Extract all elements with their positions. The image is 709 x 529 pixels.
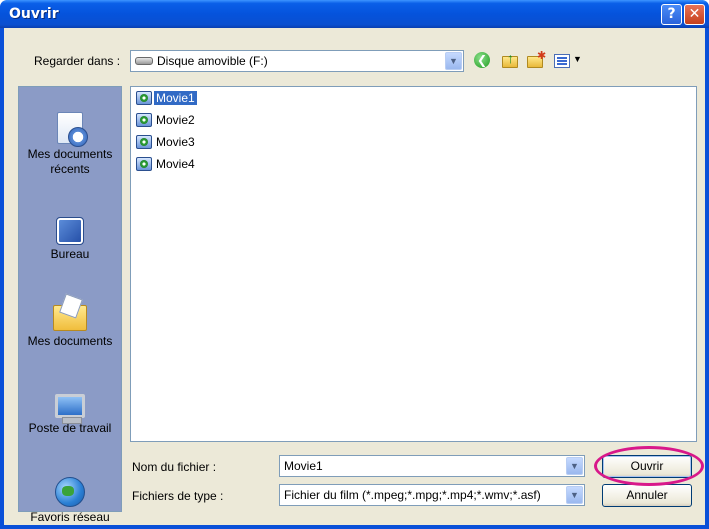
place-network[interactable]: Favoris réseau (19, 477, 121, 525)
list-item[interactable]: Movie1 (136, 90, 197, 106)
file-name-value: Movie1 (284, 459, 323, 473)
file-name: Movie3 (156, 135, 195, 149)
place-desktop[interactable]: Bureau (19, 214, 121, 262)
title-bar[interactable]: Ouvrir ? ✕ (0, 0, 709, 28)
look-in-dropdown[interactable]: Disque amovible (F:) ▼ (130, 50, 464, 72)
file-name: Movie4 (156, 157, 195, 171)
video-file-icon (136, 91, 152, 105)
look-in-label: Regarder dans : (34, 54, 121, 68)
back-icon[interactable]: ❮ (474, 52, 494, 70)
file-type-value: Fichier du film (*.mpeg;*.mpg;*.mp4;*.wm… (284, 488, 541, 502)
look-in-value: Disque amovible (F:) (157, 54, 268, 68)
open-file-dialog: Ouvrir ? ✕ Regarder dans : Disque amovib… (0, 0, 709, 529)
help-button[interactable]: ? (661, 4, 682, 25)
video-file-icon (136, 113, 152, 127)
place-recent-documents[interactable]: Mes documents récents (19, 112, 121, 177)
place-label: Favoris réseau (30, 510, 110, 524)
list-item[interactable]: Movie4 (136, 156, 197, 172)
new-folder-icon[interactable]: ✱ (526, 50, 546, 70)
my-computer-icon (55, 394, 85, 424)
my-documents-icon (53, 305, 87, 331)
list-item[interactable]: Movie3 (136, 134, 197, 150)
place-label: Mes documents (27, 147, 113, 161)
place-my-computer[interactable]: Poste de travail (19, 389, 121, 436)
views-menu-icon[interactable]: ▼ (554, 52, 584, 70)
chevron-down-icon[interactable]: ▼ (445, 52, 462, 70)
drive-icon (135, 56, 153, 65)
close-button[interactable]: ✕ (684, 4, 705, 25)
recent-documents-icon (57, 112, 88, 147)
file-name-field[interactable]: Movie1 ▼ (279, 455, 585, 477)
chevron-down-icon[interactable]: ▼ (566, 486, 583, 504)
place-label: récents (50, 162, 90, 176)
video-file-icon (136, 135, 152, 149)
place-label: Bureau (50, 247, 90, 261)
file-list[interactable]: Movie1 Movie2 Movie3 Movie4 (130, 86, 697, 442)
file-name: Movie2 (156, 113, 195, 127)
network-places-icon (55, 477, 85, 507)
file-name-label: Nom du fichier : (132, 460, 217, 474)
list-item[interactable]: Movie2 (136, 112, 197, 128)
file-type-dropdown[interactable]: Fichier du film (*.mpeg;*.mpg;*.mp4;*.wm… (279, 484, 585, 506)
place-my-documents[interactable]: Mes documents (19, 299, 121, 349)
open-button[interactable]: Ouvrir (602, 455, 692, 478)
window-title: Ouvrir (9, 6, 59, 22)
place-label: Mes documents (27, 334, 113, 348)
desktop-icon (56, 217, 84, 245)
up-folder-icon[interactable]: ↑ (501, 50, 521, 70)
dialog-body: Regarder dans : Disque amovible (F:) ▼ ❮… (4, 28, 705, 525)
places-bar: Mes documents récents Bureau Mes documen… (18, 86, 122, 524)
video-file-icon (136, 157, 152, 171)
cancel-button[interactable]: Annuler (602, 484, 692, 507)
file-name: Movie1 (154, 91, 197, 105)
chevron-down-icon[interactable]: ▼ (566, 457, 583, 475)
file-type-label: Fichiers de type : (132, 489, 224, 503)
